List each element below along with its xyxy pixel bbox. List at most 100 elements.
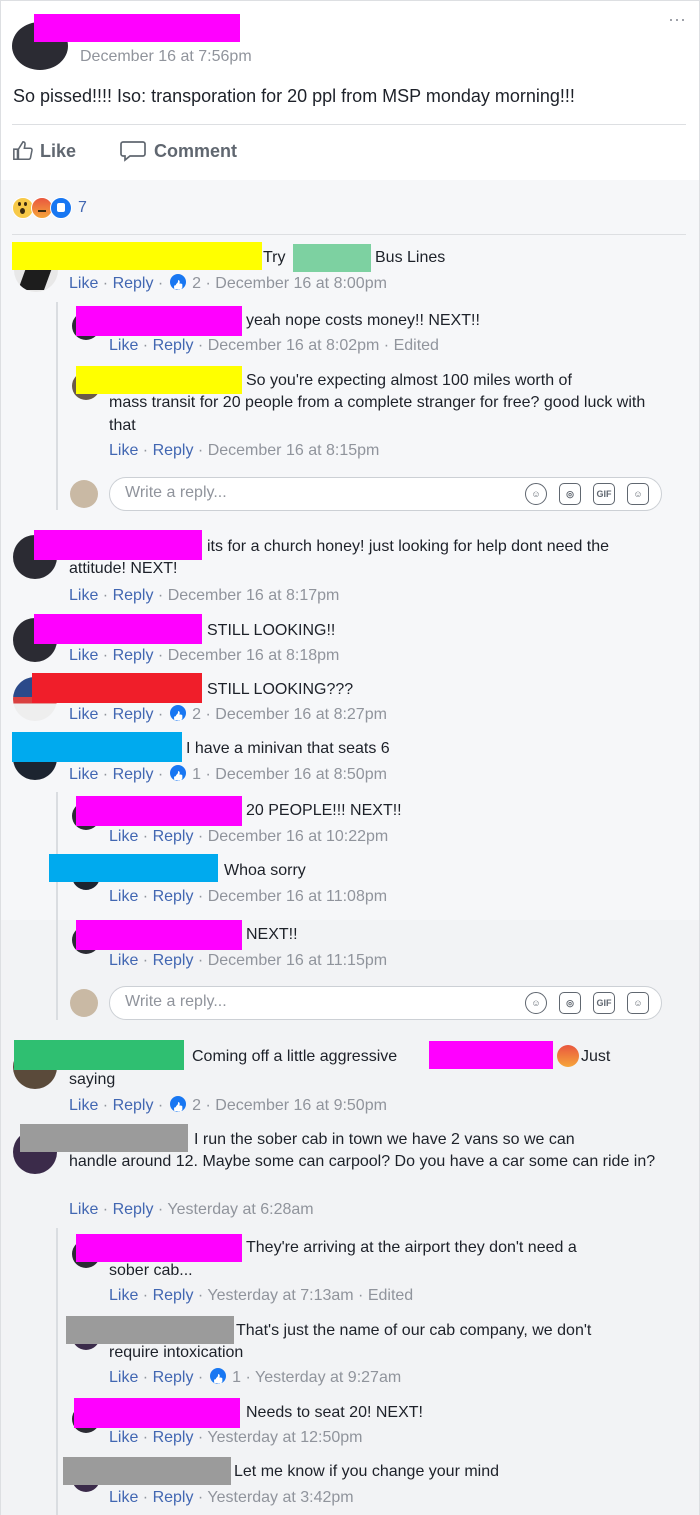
- comment-button[interactable]: Comment: [120, 138, 237, 164]
- comment-text: Try: [263, 249, 286, 266]
- like-badge-icon: [169, 765, 186, 781]
- post-more-icon[interactable]: ···: [668, 8, 686, 31]
- reply-date[interactable]: December 16 at 8:15pm: [208, 442, 380, 459]
- reply-link[interactable]: Reply: [153, 1369, 194, 1386]
- like-count[interactable]: 2: [192, 1097, 201, 1114]
- reply-link[interactable]: Reply: [153, 1429, 194, 1446]
- comment-text: STILL LOOKING???: [207, 681, 354, 698]
- sticker-icon[interactable]: ☺: [627, 992, 649, 1014]
- reply-meta: Like · Reply · Yesterday at 7:13am · Edi…: [109, 1287, 414, 1304]
- redacted-company-name: [293, 244, 371, 272]
- redacted-replier-name: [76, 1234, 242, 1262]
- like-link[interactable]: Like: [109, 1429, 138, 1446]
- redacted-replier-name: [49, 854, 218, 882]
- redacted-tagged-name: [429, 1041, 553, 1069]
- redacted-replier-name: [74, 1398, 240, 1428]
- reply-date[interactable]: Yesterday at 3:42pm: [207, 1489, 353, 1506]
- comment-date[interactable]: December 16 at 8:18pm: [168, 647, 340, 664]
- like-link[interactable]: Like: [109, 1369, 138, 1386]
- like-link[interactable]: Like: [109, 888, 138, 905]
- like-link[interactable]: Like: [109, 952, 138, 969]
- reply-link[interactable]: Reply: [113, 647, 154, 664]
- redacted-replier-name: [63, 1457, 231, 1485]
- redacted-replier-name: [76, 366, 242, 394]
- reply-input-placeholder: Write a reply...: [125, 993, 227, 1010]
- like-link[interactable]: Like: [69, 1201, 98, 1218]
- comment-meta: Like · Reply · December 16 at 8:17pm: [69, 587, 340, 604]
- like-count[interactable]: 2: [192, 706, 201, 723]
- reply-date[interactable]: Yesterday at 9:27am: [255, 1369, 401, 1386]
- like-link[interactable]: Like: [69, 766, 98, 783]
- reply-date[interactable]: December 16 at 11:08pm: [208, 888, 387, 905]
- like-link[interactable]: Like: [109, 828, 138, 845]
- reaction-count: 7: [78, 199, 87, 216]
- reply-date[interactable]: Yesterday at 12:50pm: [207, 1429, 362, 1446]
- like-count[interactable]: 2: [192, 275, 201, 292]
- reply-link[interactable]: Reply: [153, 1489, 194, 1506]
- reply-date[interactable]: December 16 at 8:02pm: [208, 337, 380, 354]
- redacted-commenter-name: [32, 673, 202, 703]
- reply-input[interactable]: Write a reply... ☺ ◎ GIF ☺: [109, 986, 662, 1020]
- reply-link[interactable]: Reply: [113, 766, 154, 783]
- gif-icon[interactable]: GIF: [593, 992, 615, 1014]
- like-link[interactable]: Like: [109, 337, 138, 354]
- reactions-divider: [12, 234, 686, 235]
- reply-date[interactable]: December 16 at 11:15pm: [208, 952, 387, 969]
- comment-date[interactable]: December 16 at 8:17pm: [168, 587, 340, 604]
- redacted-commenter-name: [20, 1124, 188, 1152]
- comment-date[interactable]: Yesterday at 6:28am: [167, 1201, 313, 1218]
- emoji-icon[interactable]: ☺: [525, 992, 547, 1014]
- reply-link[interactable]: Reply: [153, 337, 194, 354]
- comment-text: I have a minivan that seats 6: [186, 740, 390, 757]
- camera-icon[interactable]: ◎: [559, 483, 581, 505]
- like-badge-icon: [169, 274, 186, 290]
- reply-link[interactable]: Reply: [153, 888, 194, 905]
- comment-text: Just: [581, 1048, 611, 1065]
- comment-date[interactable]: December 16 at 8:50pm: [215, 766, 387, 783]
- thumbs-up-icon: [13, 141, 33, 161]
- like-link[interactable]: Like: [69, 706, 98, 723]
- gif-icon[interactable]: GIF: [593, 483, 615, 505]
- current-user-avatar: [70, 480, 98, 508]
- comment-meta: Like · Reply · 2 · December 16 at 9:50pm: [69, 1096, 387, 1116]
- reply-text-line1: That's just the name of our cab company,…: [236, 1322, 592, 1339]
- reply-date[interactable]: December 16 at 10:22pm: [208, 828, 389, 845]
- post-text: So pissed!!!! Iso: transporation for 20 …: [13, 86, 575, 106]
- like-link[interactable]: Like: [69, 1097, 98, 1114]
- reply-date[interactable]: Yesterday at 7:13am: [207, 1287, 353, 1304]
- sticker-icon[interactable]: ☺: [627, 483, 649, 505]
- reply-link[interactable]: Reply: [113, 1201, 154, 1218]
- edited-label[interactable]: Edited: [394, 337, 439, 354]
- reply-link[interactable]: Reply: [153, 1287, 194, 1304]
- reactions-summary[interactable]: 7: [12, 197, 87, 219]
- post-date[interactable]: December 16 at 7:56pm: [80, 46, 252, 69]
- redacted-replier-name: [66, 1316, 234, 1344]
- reply-link[interactable]: Reply: [113, 1097, 154, 1114]
- reply-link[interactable]: Reply: [153, 442, 194, 459]
- like-link[interactable]: Like: [69, 647, 98, 664]
- camera-icon[interactable]: ◎: [559, 992, 581, 1014]
- like-count[interactable]: 1: [192, 766, 201, 783]
- like-link[interactable]: Like: [109, 1489, 138, 1506]
- reply-text-rest: sober cab...: [109, 1262, 193, 1279]
- comment-date[interactable]: December 16 at 8:00pm: [215, 275, 387, 292]
- like-link[interactable]: Like: [69, 587, 98, 604]
- reply-link[interactable]: Reply: [113, 275, 154, 292]
- like-link[interactable]: Like: [109, 442, 138, 459]
- reply-link[interactable]: Reply: [153, 952, 194, 969]
- reply-link[interactable]: Reply: [113, 587, 154, 604]
- comment-date[interactable]: December 16 at 8:27pm: [215, 706, 387, 723]
- like-link[interactable]: Like: [69, 275, 98, 292]
- reply-input[interactable]: Write a reply... ☺ ◎ GIF ☺: [109, 477, 662, 511]
- like-count[interactable]: 1: [232, 1369, 241, 1386]
- like-link[interactable]: Like: [109, 1287, 138, 1304]
- reply-link[interactable]: Reply: [113, 706, 154, 723]
- redacted-poster-name: [34, 14, 240, 42]
- reply-link[interactable]: Reply: [153, 828, 194, 845]
- comment-date[interactable]: December 16 at 9:50pm: [215, 1097, 387, 1114]
- edited-label[interactable]: Edited: [368, 1287, 413, 1304]
- like-button[interactable]: Like: [12, 138, 76, 164]
- reply-text: Whoa sorry: [224, 862, 306, 879]
- emoji-icon[interactable]: ☺: [525, 483, 547, 505]
- like-badge-icon: [169, 705, 186, 721]
